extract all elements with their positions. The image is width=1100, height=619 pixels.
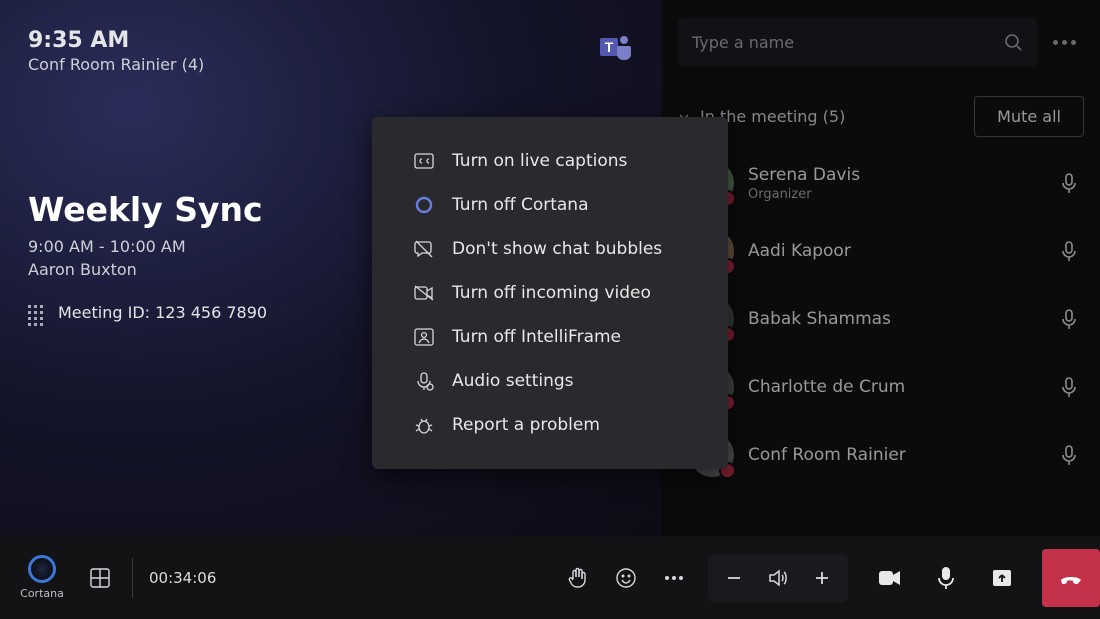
menu-item-intelliframe[interactable]: Turn off IntelliFrame [372, 315, 728, 359]
meeting-organizer: Aaron Buxton [28, 260, 267, 279]
cortana-ring-icon [28, 555, 56, 583]
grid-layout-icon [89, 567, 111, 589]
more-actions-menu: Turn on live captions Turn off Cortana D… [372, 117, 728, 469]
raise-hand-button[interactable] [554, 554, 602, 602]
reactions-button[interactable] [602, 554, 650, 602]
volume-up-button[interactable] [800, 554, 844, 602]
search-icon [1003, 32, 1023, 52]
plus-icon [813, 569, 831, 587]
teams-logo-icon: T [598, 30, 634, 66]
meeting-title: Weekly Sync [28, 190, 267, 229]
volume-button[interactable] [756, 554, 800, 602]
mic-icon[interactable] [1060, 376, 1078, 398]
participant-role: Organizer [748, 187, 1046, 202]
chat-bubble-off-icon [414, 239, 434, 259]
menu-item-audio-settings[interactable]: Audio settings [372, 359, 728, 403]
participant-name: Conf Room Rainier [748, 445, 1046, 465]
search-placeholder: Type a name [692, 33, 794, 52]
more-actions-button[interactable] [650, 554, 698, 602]
minus-icon [725, 569, 743, 587]
menu-item-live-captions[interactable]: Turn on live captions [372, 139, 728, 183]
room-name: Conf Room Rainier (4) [28, 55, 204, 74]
mic-icon[interactable] [1060, 172, 1078, 194]
cortana-button[interactable]: Cortana [14, 555, 70, 600]
meeting-id-row: Meeting ID: 123 456 7890 [28, 303, 267, 322]
video-off-icon [414, 283, 434, 303]
mic-icon [936, 566, 956, 590]
room-header: 9:35 AM Conf Room Rainier (4) [28, 28, 204, 74]
speaker-icon [767, 567, 789, 589]
hangup-button[interactable] [1042, 549, 1100, 607]
menu-item-cortana-toggle[interactable]: Turn off Cortana [372, 183, 728, 227]
volume-control [708, 554, 848, 602]
meeting-info: Weekly Sync 9:00 AM - 10:00 AM Aaron Bux… [28, 190, 267, 322]
call-control-bar: Cortana 00:34:06 [0, 536, 1100, 619]
intelliframe-icon [414, 327, 434, 347]
layout-button[interactable] [76, 554, 124, 602]
participant-name: Serena Davis [748, 165, 1046, 185]
bug-icon [414, 415, 434, 435]
camera-button[interactable] [866, 554, 914, 602]
cc-icon [414, 151, 434, 171]
meeting-time-range: 9:00 AM - 10:00 AM [28, 237, 267, 256]
dialpad-icon [28, 305, 44, 321]
participant-name: Charlotte de Crum [748, 377, 1046, 397]
mic-icon[interactable] [1060, 444, 1078, 466]
panel-more-button[interactable] [1053, 40, 1076, 45]
hangup-icon [1056, 563, 1086, 593]
menu-item-chat-bubbles[interactable]: Don't show chat bubbles [372, 227, 728, 271]
call-timer: 00:34:06 [149, 569, 216, 587]
mic-icon[interactable] [1060, 240, 1078, 262]
menu-item-report-problem[interactable]: Report a problem [372, 403, 728, 447]
bar-divider [132, 558, 133, 598]
participant-name: Aadi Kapoor [748, 241, 1046, 261]
volume-down-button[interactable] [712, 554, 756, 602]
share-screen-icon [991, 568, 1013, 588]
clock-time: 9:35 AM [28, 28, 204, 53]
participant-search-input[interactable]: Type a name [678, 18, 1037, 66]
raise-hand-icon [567, 567, 589, 589]
mic-icon[interactable] [1060, 308, 1078, 330]
mute-all-button[interactable]: Mute all [974, 96, 1084, 137]
svg-text:T: T [605, 39, 614, 55]
share-button[interactable] [978, 554, 1026, 602]
meeting-id: Meeting ID: 123 456 7890 [58, 303, 267, 322]
ellipsis-icon [663, 575, 685, 581]
menu-item-incoming-video[interactable]: Turn off incoming video [372, 271, 728, 315]
participant-name: Babak Shammas [748, 309, 1046, 329]
audio-settings-icon [414, 371, 434, 391]
cortana-icon [414, 195, 434, 215]
mic-button[interactable] [922, 554, 970, 602]
smiley-icon [615, 567, 637, 589]
camera-icon [878, 569, 902, 587]
